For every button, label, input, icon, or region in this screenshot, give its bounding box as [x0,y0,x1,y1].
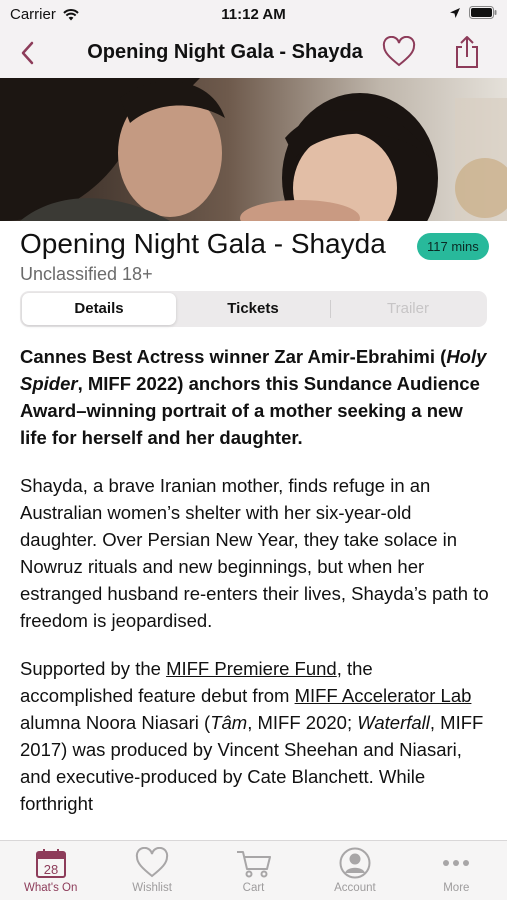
wishlist-button[interactable] [381,35,417,73]
film-description: Cannes Best Actress winner Zar Amir-Ebra… [20,343,490,838]
film-title: Opening Night Gala - Shayda [20,228,386,259]
tab-details[interactable]: Details [22,293,176,325]
credits-text-3: alumna Noora Niasari ( [20,712,211,733]
credits-paragraph: Supported by the MIFF Premiere Fund, the… [20,655,490,817]
navigation-bar: Opening Night Gala - Shayda [0,28,507,78]
credits-text-1: Supported by the [20,658,167,679]
tab-tickets[interactable]: Tickets [176,293,330,325]
lead-text-1: Cannes Best Actress winner Zar Amir-Ebra… [20,346,447,367]
nav-title: Opening Night Gala - Shayda [87,41,363,63]
credits-italic-2: Waterfall [357,712,430,733]
miff-accelerator-lab-link[interactable]: MIFF Accelerator Lab [295,685,472,706]
tab-label: Cart [242,882,265,894]
calendar-icon: 28 [35,849,66,878]
duration-badge: 117 mins [417,233,489,260]
heart-icon [135,847,169,878]
synopsis-paragraph: Shayda, a brave Iranian mother, finds re… [20,475,489,631]
film-still-image [0,78,507,221]
more-icon [443,860,470,866]
heart-icon [382,35,416,67]
tab-wishlist[interactable]: Wishlist [101,841,202,900]
credits-italic-1: Tâm [210,712,248,733]
status-bar: Carrier 11:12 AM [0,0,507,28]
tab-trailer: Trailer [387,300,429,317]
share-icon [456,36,478,68]
tab-whats-on[interactable]: 28 What's On [0,841,101,900]
back-button[interactable] [12,38,42,68]
account-icon [339,847,371,879]
status-right [449,6,497,19]
tab-label: More [443,882,470,894]
chevron-left-icon [21,41,34,65]
status-time: 11:12 AM [221,6,286,23]
share-button[interactable] [452,34,482,75]
calendar-day: 28 [43,862,57,877]
tab-label: Account [334,882,376,894]
segmented-control: Details Tickets Trailer [20,291,487,327]
tab-account[interactable]: Account [304,841,405,900]
hero-image [0,78,507,221]
tab-label: What's On [24,882,78,894]
miff-premiere-fund-link[interactable]: MIFF Premiere Fund [166,658,337,679]
credits-text-4: , MIFF 2020; [247,712,358,733]
lead-text-2: , MIFF 2022) anchors this Sundance Audie… [20,373,480,448]
cart-icon [236,851,271,878]
battery-icon [469,6,497,19]
tab-more[interactable]: More [406,841,507,900]
classification-label: Unclassified 18+ [20,264,153,284]
tab-cart[interactable]: Cart [203,841,304,900]
location-arrow-icon [450,7,460,18]
lead-paragraph: Cannes Best Actress winner Zar Amir-Ebra… [20,343,490,451]
tab-bar: 28 What's On Wishlist Cart Account More [0,840,507,900]
tab-label: Wishlist [132,882,172,894]
